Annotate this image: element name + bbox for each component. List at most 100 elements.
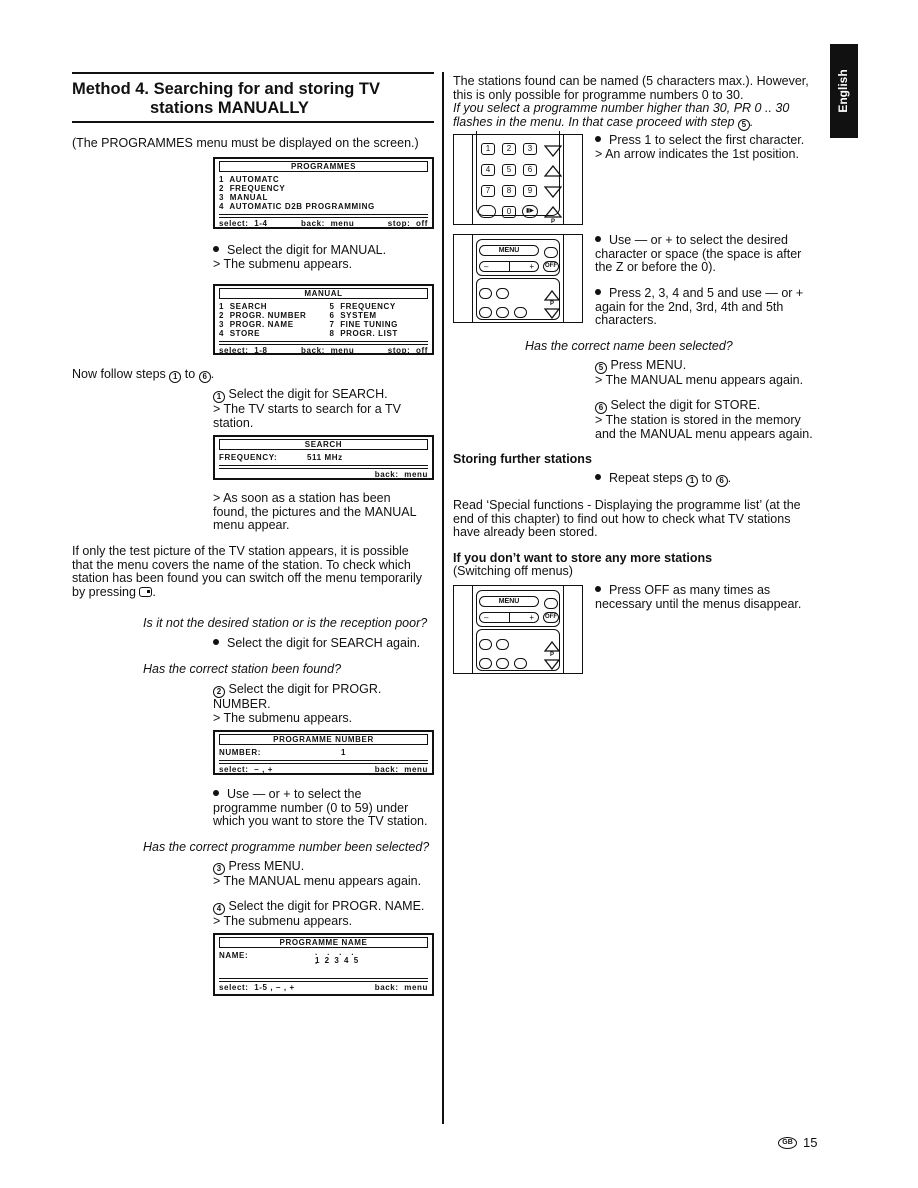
osd-footer-select: select: 1-5 , – , + [219,983,295,992]
step-result: > The MANUAL menu appears again. [213,874,422,888]
plus-label: + [529,613,534,622]
osd-programme-name-menu: PROGRAMME NAME NAME: · · · · · 1 2 3 4 5… [213,933,434,996]
bullet-icon [595,136,601,142]
read-special-functions: Read ‘Special functions - Displaying the… [453,498,823,540]
programme-down-arrow-icon [544,308,560,319]
intro-line: The stations found can be named (5 chara… [453,74,809,88]
press-2345-instruction: Press 2, 3, 4 and 5 and use — or + again… [595,286,820,328]
osd-label: NAME: [219,951,249,960]
screen-info-button-icon [139,586,153,597]
step-6: 6 Select the digit for STORE. > The stat… [595,398,820,441]
step-3: 3 Press MENU. > The MANUAL menu appears … [213,859,438,889]
instruction-search-again: Select the digit for SEARCH again. [213,636,421,651]
read-line: have already been stored. [453,525,598,540]
p-label: P [550,652,555,658]
osd-divider [219,465,428,469]
menu-button-label: MENU [498,247,520,254]
country-badge-icon: GB [778,1136,797,1149]
key-4: 4 [481,164,495,176]
step-text: Select the digit for PROGR. NAME. [228,899,425,913]
use-plus-minus-text: Use — or + to select the programme numbe… [213,787,441,829]
info-button [544,247,558,258]
mute-key [478,205,496,218]
instruction-select-manual: Select the digit for MANUAL. [213,243,386,258]
bullet-icon [213,246,219,252]
key-6: 6 [523,164,537,176]
bullet-icon [595,236,601,242]
osd-programme-number-menu: PROGRAMME NUMBER NUMBER: 1 select: – , +… [213,730,434,775]
osd-footer-back: back: menu [374,470,428,479]
intro-line: this is only possible for programme numb… [453,87,744,102]
step-result: and the MANUAL menu appears again. [595,426,813,441]
found-line: menu appear. [213,518,290,533]
info-button [544,598,558,609]
osd-footer-stop: stop: off [387,219,428,228]
volume-up-arrow-icon [544,165,562,177]
programme-up-arrow-icon [544,290,560,301]
step-text: Press MENU. [610,358,687,372]
page-footer: GB 15 [778,1136,817,1150]
function-button [479,639,492,650]
osd-label: NUMBER: [219,748,261,757]
step-result: > The submenu appears. [213,710,353,725]
step-4: 4 Select the digit for PROGR. NAME. > Th… [213,899,441,929]
instruction-text: the Z or before the 0). [595,260,716,275]
osd-programmes-menu: PROGRAMMES 1 AUTOMATC 2 FREQUENCY 3 MANU… [213,157,434,229]
question-station-found: Has the correct station been found? [143,662,342,676]
instruction-text: Select the digit for SEARCH again. [227,636,421,650]
note-line: station has been found you can switch of… [72,571,422,586]
key-5: 5 [502,164,516,176]
function-button [479,288,492,299]
off-button: OFF [543,261,559,272]
instruction-result: > An arrow indicates the 1st position. [595,146,799,161]
osd-number-value: 1 [341,748,347,757]
instruction-text: Press 1 to select the first character. [609,133,805,147]
press-off-instruction: Press OFF as many times as necessary unt… [595,583,820,611]
osd-item: 4 AUTOMATIC D2B PROGRAMMING [219,202,375,211]
language-tab: English [830,44,858,138]
key-0: 0 [502,206,516,218]
question-name: Has the correct name been selected? [525,339,733,353]
function-button [514,307,527,318]
osd-item: 2 FREQUENCY [219,184,286,193]
plus-label: + [529,262,534,271]
instruction-text: again for the 2nd, 3rd, 4th and 5th [595,299,784,314]
osd-title: MANUAL [219,288,428,299]
switching-off-subheading: (Switching off menus) [453,564,573,578]
menu-button: MENU [479,245,539,256]
minus-plus-rocker: – + [479,261,539,272]
key-7: 7 [481,185,495,197]
step-1: 1 Select the digit for SEARCH. > The TV … [213,387,438,430]
key-3: 3 [523,143,537,155]
menu-button: MENU [479,596,539,607]
bullet-icon [213,639,219,645]
function-button [514,658,527,669]
osd-name-positions: · · · · · 1 2 3 4 5 [315,950,360,975]
osd-item: 2 PROGR. NUMBER [219,311,307,320]
step-text: Select the digit for SEARCH. [228,387,388,401]
function-button [496,658,509,669]
read-line: Read ‘Special functions - Displaying the… [453,498,801,512]
instruction-text: programme number (0 to 59) under [213,800,409,815]
intro-text: (The PROGRAMMES menu must be displayed o… [72,136,419,150]
osd-item: 8 PROGR. LIST [329,329,398,338]
instruction-text: characters. [595,313,657,328]
found-text: > As soon as a station has been found, t… [213,491,438,533]
off-button-label: OFF [545,263,557,269]
bullet-icon [595,474,601,480]
volume-down-arrow-icon [544,145,562,157]
question-reception: Is it not the desired station or is the … [143,616,428,630]
repeat-pre: Repeat steps [609,471,683,485]
osd-title: PROGRAMME NUMBER [219,734,428,745]
osd-footer-back: back: menu [301,219,355,228]
note-line: by pressing [72,584,136,599]
off-button-label: OFF [545,614,557,620]
osd-title: PROGRAMME NAME [219,937,428,948]
intro-line: flashes in the menu. In that case procee… [453,114,735,129]
osd-title: SEARCH [219,439,428,450]
step-result: > The submenu appears. [213,914,353,928]
osd-label: FREQUENCY: [219,453,278,462]
instruction-text: which you want to store the TV station. [213,814,428,829]
step-text: Select the digit for STORE. [610,398,761,412]
step-5: 5 Press MENU. > The MANUAL menu appears … [595,358,820,388]
